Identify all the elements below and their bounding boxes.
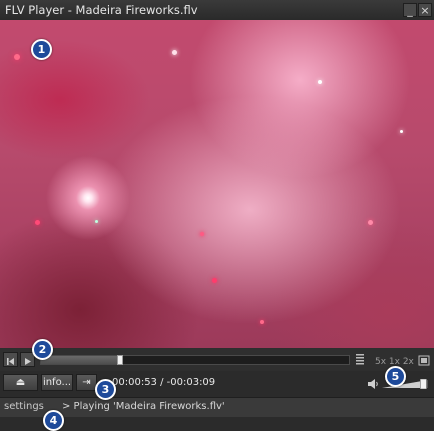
status-bar: settings > Playing 'Madeira Fireworks.fl…: [0, 397, 434, 417]
firework-spark: [368, 220, 373, 225]
speaker-icon[interactable]: [367, 378, 379, 390]
eject-button[interactable]: ⏏: [3, 374, 38, 391]
flv-player-window: FLV Player - Madeira Fireworks.flv _ × 1…: [0, 0, 434, 431]
step-forward-icon: ⇥: [82, 377, 91, 388]
annotation-badge-3: 3: [95, 379, 116, 400]
playlist-icon[interactable]: [356, 353, 364, 366]
title-bar[interactable]: FLV Player - Madeira Fireworks.flv _ ×: [0, 0, 434, 20]
firework-spark: [260, 320, 264, 324]
fullscreen-icon[interactable]: [418, 355, 430, 366]
seek-bar-row: [0, 349, 434, 370]
settings-button[interactable]: settings: [4, 401, 44, 412]
minimize-button[interactable]: _: [403, 3, 417, 17]
annotation-badge-5: 5: [385, 366, 406, 387]
firework-spark: [95, 220, 98, 223]
skip-back-icon: [7, 358, 14, 365]
volume-thumb[interactable]: [420, 379, 427, 389]
video-area[interactable]: 1: [0, 20, 434, 348]
seek-slider[interactable]: [40, 355, 350, 365]
firework-spark: [200, 232, 204, 236]
step-forward-button[interactable]: ⇥: [76, 374, 97, 391]
seek-progress-fill: [41, 356, 120, 364]
firework-spark: [14, 54, 20, 60]
window-title: FLV Player - Madeira Fireworks.flv: [5, 3, 198, 17]
annotation-badge-2: 2: [32, 339, 53, 360]
previous-button[interactable]: [3, 352, 18, 367]
firework-spark: [400, 130, 403, 133]
close-button[interactable]: ×: [418, 3, 432, 17]
firework-spark: [318, 80, 322, 84]
eject-icon: ⏏: [15, 377, 26, 388]
status-message: > Playing 'Madeira Fireworks.flv': [62, 401, 225, 412]
annotation-badge-1: 1: [31, 39, 52, 60]
control-row: ⏏ info... ⇥ 00:00:53 / -00:03:09: [0, 371, 434, 397]
firework-spark: [172, 50, 177, 55]
firework-spark: [35, 220, 40, 225]
info-button[interactable]: info...: [41, 374, 73, 391]
time-display: 00:00:53 / -00:03:09: [112, 377, 216, 388]
firework-spark: [212, 278, 217, 283]
seek-thumb[interactable]: [116, 355, 123, 365]
annotation-badge-4: 4: [43, 410, 64, 431]
play-icon: [25, 358, 31, 365]
